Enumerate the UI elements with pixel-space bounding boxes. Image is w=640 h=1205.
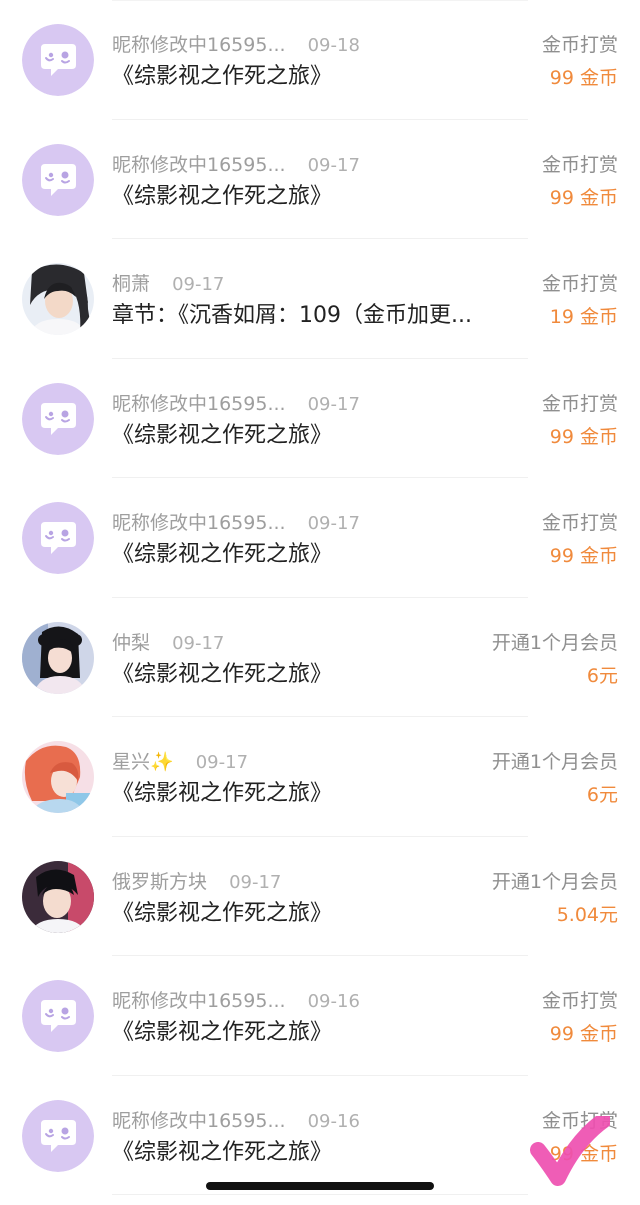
list-item[interactable]: 俄罗斯方块 09-17 《综影视之作死之旅》 开通1个月会员 5.04元 [0, 837, 640, 957]
user-meta: 昵称修改中16595... 09-17 [112, 152, 360, 178]
record-amount: 6元 [586, 784, 618, 806]
user-name: 昵称修改中16595... [112, 392, 286, 415]
record-amount: 99 金币 [549, 1023, 618, 1045]
avatar[interactable] [22, 1099, 94, 1172]
list-item[interactable]: 昵称修改中16595... 09-16 《综影视之作死之旅》 金币打赏 99 金… [0, 956, 640, 1076]
record-type: 开通1个月会员 [491, 870, 618, 893]
user-meta: 昵称修改中16595... 09-18 [112, 32, 360, 58]
record-date: 09-17 [307, 393, 360, 415]
record-amount: 19 金币 [549, 306, 618, 328]
user-name: 仲梨 [112, 631, 151, 654]
avatar[interactable] [22, 621, 94, 694]
record-title: 《综影视之作死之旅》 [112, 781, 333, 806]
record-date: 09-17 [307, 154, 360, 176]
record-type: 金币打赏 [541, 34, 618, 56]
user-name: 昵称修改中16595... [112, 153, 286, 176]
user-photo-icon [22, 621, 94, 694]
avatar[interactable] [22, 741, 94, 813]
list-item[interactable]: 仲梨 09-17 《综影视之作死之旅》 开通1个月会员 6元 [0, 598, 640, 718]
user-photo-icon [22, 263, 94, 335]
checkmark-icon [530, 1116, 610, 1186]
record-date: 09-17 [195, 752, 249, 773]
avatar[interactable] [22, 980, 94, 1052]
record-type: 金币打赏 [541, 153, 618, 176]
avatar[interactable] [22, 263, 94, 335]
user-name: 星兴✨ [112, 751, 174, 773]
user-name: 昵称修改中16595... [112, 1109, 286, 1132]
list-item[interactable]: 昵称修改中16595... 09-17 《综影视之作死之旅》 金币打赏 99 金… [0, 478, 640, 598]
record-type: 开通1个月会员 [491, 751, 618, 773]
record-amount: 99 金币 [549, 186, 618, 209]
list-item[interactable]: 昵称修改中16595... 09-17 《综影视之作死之旅》 金币打赏 99 金… [0, 359, 640, 479]
record-title: 《综影视之作死之旅》 [112, 422, 333, 448]
user-name: 昵称修改中16595... [112, 990, 286, 1012]
user-name: 昵称修改中16595... [112, 34, 286, 56]
record-date: 09-16 [307, 1110, 360, 1132]
avatar[interactable] [22, 24, 94, 96]
chat-bubble-icon [22, 1099, 94, 1172]
list-item[interactable]: 星兴✨ 09-17 《综影视之作死之旅》 开通1个月会员 6元 [0, 717, 640, 837]
user-name: 桐萧 [112, 273, 151, 295]
record-amount: 99 金币 [549, 545, 618, 567]
home-indicator[interactable] [206, 1182, 434, 1190]
record-title: 章节：《沉香如屑：109（金币加更... [112, 303, 472, 328]
record-title: 《综影视之作死之旅》 [112, 661, 333, 687]
record-amount: 99 金币 [549, 67, 618, 89]
chat-bubble-icon [22, 24, 94, 96]
chat-bubble-icon [22, 382, 94, 455]
user-meta: 星兴✨ 09-17 [112, 749, 248, 775]
gift-record-list: 昵称修改中16595... 09-18 《综影视之作死之旅》 金币打赏 99 金… [0, 0, 640, 1195]
record-date: 09-18 [307, 35, 360, 56]
avatar[interactable] [22, 502, 94, 574]
record-type: 金币打赏 [541, 990, 618, 1012]
record-title: 《综影视之作死之旅》 [112, 900, 333, 926]
chat-bubble-icon [22, 143, 94, 216]
record-title: 《综影视之作死之旅》 [112, 183, 333, 209]
list-item[interactable]: 昵称修改中16595... 09-17 《综影视之作死之旅》 金币打赏 99 金… [0, 120, 640, 240]
record-title: 《综影视之作死之旅》 [112, 64, 333, 89]
record-title: 《综影视之作死之旅》 [112, 1139, 333, 1165]
user-meta: 俄罗斯方块 09-17 [112, 869, 281, 895]
user-meta: 仲梨 09-17 [112, 630, 224, 656]
user-photo-icon [22, 741, 94, 813]
record-type: 金币打赏 [541, 392, 618, 415]
user-meta: 昵称修改中16595... 09-16 [112, 1108, 360, 1134]
user-meta: 昵称修改中16595... 09-17 [112, 510, 360, 536]
user-name: 俄罗斯方块 [112, 870, 208, 893]
user-meta: 昵称修改中16595... 09-16 [112, 988, 360, 1014]
record-amount: 6元 [586, 664, 618, 687]
avatar[interactable] [22, 860, 94, 933]
record-date: 09-17 [172, 274, 225, 295]
record-type: 金币打赏 [541, 512, 618, 534]
record-type: 金币打赏 [541, 273, 618, 295]
list-item[interactable]: 桐萧 09-17 章节：《沉香如屑：109（金币加更... 金币打赏 19 金币 [0, 239, 640, 359]
chat-bubble-icon [22, 502, 94, 574]
record-title: 《综影视之作死之旅》 [112, 1020, 333, 1045]
list-item[interactable]: 昵称修改中16595... 09-18 《综影视之作死之旅》 金币打赏 99 金… [0, 0, 640, 120]
user-photo-icon [22, 860, 94, 933]
user-meta: 桐萧 09-17 [112, 271, 224, 297]
user-name: 昵称修改中16595... [112, 512, 286, 534]
avatar[interactable] [22, 382, 94, 455]
record-type: 开通1个月会员 [491, 631, 618, 654]
record-amount: 5.04元 [556, 903, 618, 926]
record-title: 《综影视之作死之旅》 [112, 542, 333, 567]
record-date: 09-17 [172, 632, 225, 654]
user-meta: 昵称修改中16595... 09-17 [112, 391, 360, 417]
avatar[interactable] [22, 143, 94, 216]
record-date: 09-17 [229, 871, 282, 893]
record-date: 09-17 [307, 513, 360, 534]
chat-bubble-icon [22, 980, 94, 1052]
record-date: 09-16 [307, 991, 360, 1012]
record-amount: 99 金币 [549, 425, 618, 448]
